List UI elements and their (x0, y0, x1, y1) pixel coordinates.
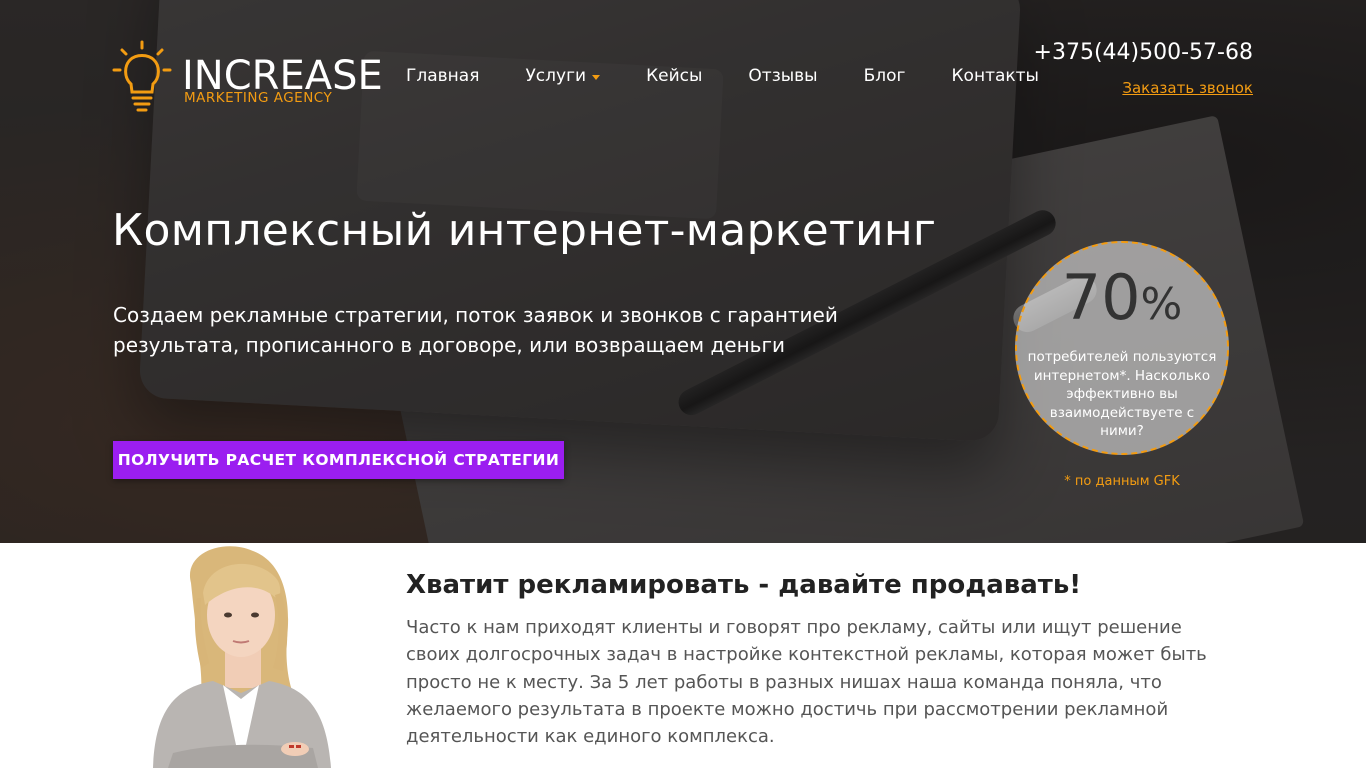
main-nav: Главная Услуги Кейсы Отзывы Блог Контакт… (406, 64, 1085, 88)
nav-label: Контакты (951, 66, 1039, 86)
nav-label: Кейсы (646, 66, 703, 86)
logo[interactable]: INCREASE MARKETING AGENCY (112, 40, 383, 112)
person-photo (113, 543, 376, 768)
callback-link[interactable]: Заказать звонок (1122, 79, 1253, 97)
nav-item-blog[interactable]: Блог (864, 64, 906, 88)
nav-item-contacts[interactable]: Контакты (951, 64, 1039, 88)
stat-value: 70% (1062, 265, 1183, 338)
stat-unit: % (1140, 279, 1183, 330)
section-title: Хватит рекламировать - давайте продавать… (406, 570, 1082, 600)
nav-item-services[interactable]: Услуги (525, 64, 601, 88)
nav-item-cases[interactable]: Кейсы (646, 64, 702, 88)
logo-tagline: MARKETING AGENCY (184, 90, 333, 106)
cta-get-strategy-button[interactable]: ПОЛУЧИТЬ РАСЧЕТ КОМПЛЕКСНОЙ СТРАТЕГИИ (113, 441, 564, 479)
person-illustration (153, 546, 331, 768)
caret-down-icon (592, 74, 601, 80)
phone-number[interactable]: +375(44)500-57-68 (1034, 40, 1253, 65)
section-text: Часто к нам приходят клиенты и говорят п… (406, 617, 1207, 748)
nav-item-reviews[interactable]: Отзывы (748, 64, 817, 88)
lightbulb-icon (112, 40, 172, 112)
nav-item-home[interactable]: Главная (406, 64, 479, 88)
stat-text: потребителей пользуются интернетом*. Нас… (1027, 349, 1217, 439)
nav-label: Главная (406, 66, 480, 86)
nav-label: Блог (863, 66, 906, 86)
nav-label: Отзывы (748, 66, 818, 86)
hero-title: Комплексный интернет-маркетинг (112, 205, 937, 256)
hero-subtitle: Создаем рекламные стратегии, поток заяво… (113, 303, 838, 357)
stat-number: 70 (1061, 261, 1141, 334)
stat-circle: 70% потребителей пользуются интернетом*.… (1015, 241, 1229, 455)
nav-label: Услуги (525, 66, 587, 86)
stat-footnote: * по данным GFK (1064, 474, 1180, 489)
